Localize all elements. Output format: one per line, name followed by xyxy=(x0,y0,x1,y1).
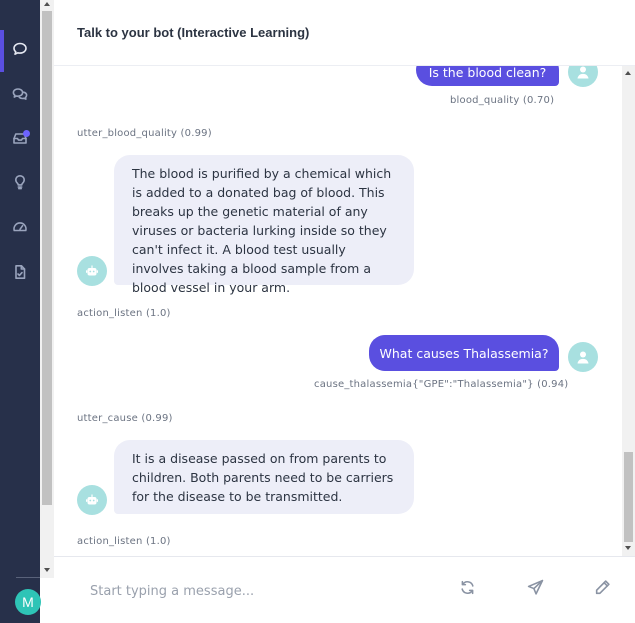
scrollbar-thumb[interactable] xyxy=(624,452,633,542)
chat-transcript: Is the blood clean? blood_quality (0.70)… xyxy=(54,66,622,556)
scroll-up-arrow[interactable] xyxy=(625,71,631,75)
user-message-bubble: What causes Thalassemia? xyxy=(369,335,559,371)
sidebar-item-dashboard[interactable] xyxy=(0,209,40,249)
bot-message-bubble: It is a disease passed on from parents t… xyxy=(114,440,414,514)
action-label: action_listen (1.0) xyxy=(77,308,171,319)
sidebar-divider xyxy=(16,577,40,578)
scrollbar-thumb[interactable] xyxy=(42,11,52,505)
sidebar-item-chat[interactable] xyxy=(0,31,40,71)
message-composer xyxy=(54,556,635,623)
action-label: utter_cause (0.99) xyxy=(77,413,173,424)
pen-icon xyxy=(594,579,611,601)
bot-avatar-icon xyxy=(77,256,107,286)
chat-scrollbar[interactable] xyxy=(622,66,635,556)
chat-bubble-icon xyxy=(12,41,28,62)
annotate-button[interactable] xyxy=(591,579,613,601)
bot-avatar-icon xyxy=(77,485,107,515)
restart-button[interactable] xyxy=(456,579,478,601)
sidebar: M xyxy=(0,0,41,623)
bot-message-bubble: The blood is purified by a chemical whic… xyxy=(114,155,414,295)
scroll-down-arrow[interactable] xyxy=(44,568,50,572)
message-input[interactable] xyxy=(90,579,420,603)
sidebar-item-inbox[interactable] xyxy=(0,120,40,160)
action-label: action_listen (1.0) xyxy=(77,536,171,547)
app-window: M Talk to your bot (Interactive Learning… xyxy=(0,0,635,623)
dashboard-icon xyxy=(12,219,28,240)
intent-label: blood_quality (0.70) xyxy=(450,95,555,106)
user-avatar[interactable]: M xyxy=(15,589,41,615)
sidebar-item-documents[interactable] xyxy=(0,254,40,294)
sidebar-item-conversations[interactable] xyxy=(0,76,40,116)
chat-header: Talk to your bot (Interactive Learning) xyxy=(54,0,635,66)
intent-label: cause_thalassemia{"GPE":"Thalassemia"} (… xyxy=(314,379,569,390)
user-avatar-icon xyxy=(568,342,598,372)
user-message-bubble: Is the blood clean? xyxy=(416,66,559,86)
scroll-up-arrow[interactable] xyxy=(44,2,50,6)
page-title: Talk to your bot (Interactive Learning) xyxy=(77,25,310,40)
send-button[interactable] xyxy=(524,579,546,601)
conversations-icon xyxy=(12,86,28,107)
document-icon xyxy=(12,264,28,285)
restart-icon xyxy=(459,579,476,601)
lightbulb-icon xyxy=(12,174,28,195)
send-icon xyxy=(527,579,544,601)
action-label: utter_blood_quality (0.99) xyxy=(77,128,212,139)
user-avatar-icon xyxy=(568,66,598,87)
sidebar-item-insights[interactable] xyxy=(0,164,40,204)
page-scrollbar[interactable] xyxy=(40,0,54,578)
scroll-down-arrow[interactable] xyxy=(625,546,631,550)
notification-dot xyxy=(23,130,30,137)
